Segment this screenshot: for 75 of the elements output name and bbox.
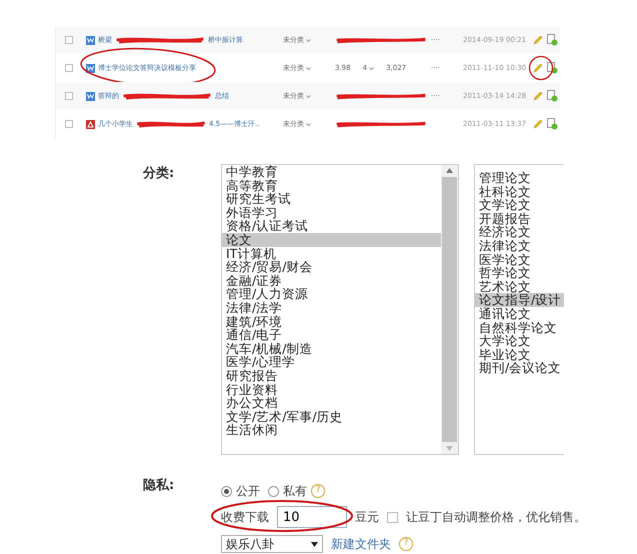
list-option[interactable]: 通信/电子 (222, 328, 441, 342)
list-option[interactable]: 文学/艺术/军事/历史 (222, 410, 441, 424)
list-option[interactable]: 医学/心理学 (222, 355, 441, 369)
pencil-icon[interactable] (533, 119, 543, 129)
privacy-label: 隐私: (143, 477, 176, 495)
category-listbox[interactable]: 中学教育 高等教育 研究生考试 外语学习 资格/认证考试 论文 IT计算机 经济/贸易/财会 金融/证券 管理/人力资源 法律/法学 建筑/环境 通信/电子 汽车/机械/制造 医学/心理学 研究报告 行业资料 办公文档 文学/艺术/军事/历史 生活休闲 (221, 164, 459, 455)
add-document-icon[interactable] (547, 90, 558, 102)
list-option[interactable]: 外语学习 (222, 206, 441, 220)
caret-icon (306, 122, 311, 126)
word-file-icon (86, 64, 95, 72)
caret-icon (306, 38, 311, 42)
caret-icon (369, 66, 374, 70)
caret-icon (306, 66, 311, 70)
row-checkbox[interactable] (65, 64, 73, 72)
radio-label: 公开 (236, 483, 260, 500)
unit-label: 豆元 (355, 509, 379, 526)
add-document-icon[interactable] (547, 118, 558, 130)
list-option[interactable]: 法律/法学 (222, 300, 441, 315)
add-document-icon[interactable] (547, 62, 558, 74)
auto-price-checkbox[interactable] (387, 512, 398, 522)
list-option[interactable]: 毕业论文 (475, 348, 564, 362)
list-option[interactable]: 法律论文 (475, 238, 564, 253)
scrollbar[interactable] (441, 165, 458, 454)
list-option[interactable]: 经济/贸易/财会 (222, 260, 441, 274)
list-option[interactable]: 汽车/机械/制造 (222, 342, 441, 356)
word-file-icon (86, 36, 95, 44)
list-option[interactable]: 开题报告 (475, 212, 564, 226)
pencil-icon[interactable] (533, 35, 543, 45)
list-option[interactable]: 研究报告 (222, 368, 441, 382)
pencil-icon[interactable] (533, 63, 543, 73)
new-folder-link[interactable]: 新建文件夹 (331, 535, 391, 553)
list-option[interactable]: 大学论文 (475, 334, 564, 348)
list-option[interactable]: 生活休闲 (222, 423, 441, 437)
list-option[interactable]: 论文 (222, 232, 441, 247)
list-option[interactable]: 金融/证券 (222, 274, 441, 288)
list-option[interactable]: 医学论文 (475, 252, 564, 266)
word-file-icon (86, 92, 95, 100)
add-document-icon[interactable] (547, 34, 558, 46)
folder-select[interactable]: 娱乐八卦 (221, 535, 323, 553)
list-option[interactable]: 管理/人力资源 (222, 287, 441, 301)
row-checkbox[interactable] (65, 36, 73, 44)
scroll-down-icon[interactable] (446, 446, 453, 451)
pdf-file-icon (86, 120, 95, 128)
list-option[interactable]: 文学论文 (475, 198, 564, 212)
list-option[interactable]: 高等教育 (222, 178, 441, 192)
list-option[interactable]: 论文指导/设计 (475, 293, 564, 307)
list-option[interactable]: 资格/认证考试 (222, 219, 441, 233)
radio-label: 私有 (283, 483, 307, 500)
category-label: 分类: (143, 165, 176, 183)
scroll-up-icon[interactable] (446, 168, 453, 173)
caret-icon (311, 542, 318, 546)
list-option[interactable]: 行业资料 (222, 382, 441, 396)
auto-price-label: 让豆丁自动调整价格，优化销售。 (406, 509, 586, 526)
price-field[interactable]: 10 (277, 506, 347, 528)
fee-label: 收费下载 (221, 509, 269, 526)
radio-button[interactable] (268, 486, 279, 496)
radio-button[interactable] (221, 486, 232, 496)
caret-icon (306, 94, 311, 98)
list-option[interactable]: 办公文档 (222, 396, 441, 410)
list-option[interactable]: 研究生考试 (222, 192, 441, 206)
list-option[interactable]: 期刊/会议论文 (475, 361, 564, 375)
pencil-icon[interactable] (533, 91, 543, 101)
list-option[interactable]: 哲学论文 (475, 266, 564, 280)
list-option[interactable]: IT计算机 (222, 246, 441, 260)
list-option[interactable]: 自然科学论文 (475, 320, 564, 334)
row-checkbox[interactable] (65, 92, 73, 100)
row-checkbox[interactable] (65, 120, 73, 128)
subcategory-listbox[interactable]: 管理论文 社科论文 文学论文 开题报告 经济论文 法律论文 医学论文 哲学论文 艺术论文 论文指导/设计 通讯论文 自然科学论文 大学论文 毕业论文 期刊/会议论文 (474, 164, 564, 455)
list-option[interactable]: 通讯论文 (475, 306, 564, 321)
list-option[interactable]: 社科论文 (475, 184, 564, 198)
list-option[interactable]: 建筑/环境 (222, 314, 441, 328)
list-option[interactable]: 管理论文 (475, 171, 564, 185)
list-option[interactable]: 经济论文 (475, 225, 564, 239)
list-option[interactable]: 艺术论文 (475, 280, 564, 294)
list-option[interactable]: 中学教育 (222, 165, 441, 179)
